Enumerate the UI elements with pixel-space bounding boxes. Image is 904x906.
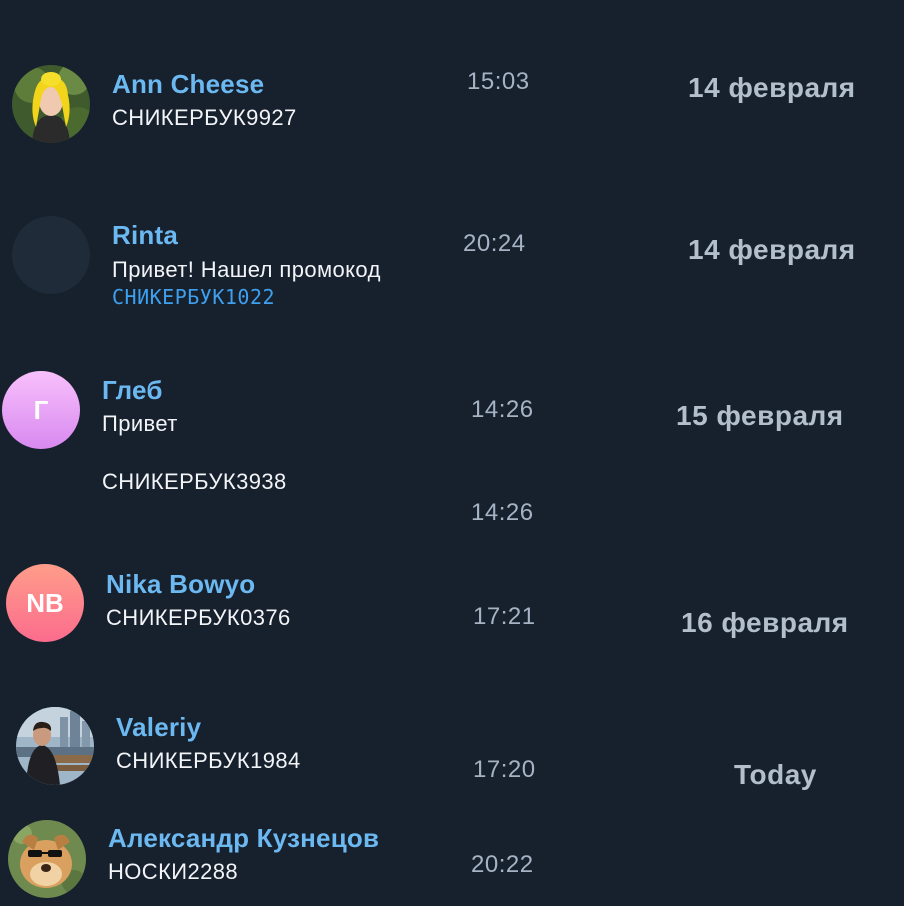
promo-code-link[interactable]: СНИКЕРБУК1022 [112,285,275,309]
avatar[interactable] [12,65,90,143]
chat-row-nika-bowyo[interactable]: NB Nika Bowyo СНИКЕРБУК0376 17:21 16 фев… [0,550,904,690]
chat-time: 14:26 [471,396,534,423]
chat-name: Глеб [102,375,163,405]
cartoon-dog-avatar-icon [8,820,86,898]
avatar-initials: NB [26,587,64,618]
chat-message: НОСКИ2288 [108,859,239,884]
chat-message: Привет [102,411,178,436]
avatar[interactable]: Г [2,371,80,449]
chat-time: 15:03 [467,68,530,95]
chat-name: Valeriy [116,712,202,742]
chat-time: 17:21 [473,603,536,630]
chat-date: Today [734,759,817,790]
chat-name: Rinta [112,220,178,250]
chat-row-rinta[interactable]: Rinta Привет! Нашел промокод СНИКЕРБУК10… [0,180,904,340]
person-photo-icon [12,65,90,143]
chat-row-gleb[interactable]: Г Глеб Привет 14:26 15 февраля СНИКЕРБУК… [0,340,904,550]
chat-name: Александр Кузнецов [108,823,380,853]
avatar[interactable]: NB [6,564,84,642]
chat-time: 20:24 [463,230,526,257]
chat-message: Привет! Нашел промокод [112,257,381,282]
chat-time: 20:22 [471,851,534,878]
avatar[interactable] [12,216,90,294]
chat-message: СНИКЕРБУК9927 [112,105,297,130]
person-photo-icon [16,707,94,785]
chat-date: 14 февраля [688,234,856,265]
chat-row-valeriy[interactable]: Valeriy СНИКЕРБУК1984 17:20 Today [0,690,904,810]
chat-date: 16 февраля [681,607,849,638]
chat-date: 15 февраля [676,400,844,431]
chat-name: Ann Cheese [112,69,265,99]
chat-message: СНИКЕРБУК1984 [116,748,301,773]
chat-message: СНИКЕРБУК3938 [102,469,287,494]
chat-row-ann-cheese[interactable]: Ann Cheese СНИКЕРБУК9927 15:03 14 феврал… [0,0,904,180]
chat-name: Nika Bowyo [106,569,256,599]
avatar-initials: Г [33,394,49,425]
chat-time: 17:20 [473,756,536,783]
avatar[interactable] [16,707,94,785]
chat-message: СНИКЕРБУК0376 [106,605,291,630]
avatar[interactable] [8,820,86,898]
chat-row-alexander-kuznetsov[interactable]: Александр Кузнецов НОСКИ2288 20:22 [0,810,904,906]
chat-time: 14:26 [471,499,534,526]
chat-date: 14 февраля [688,72,856,103]
